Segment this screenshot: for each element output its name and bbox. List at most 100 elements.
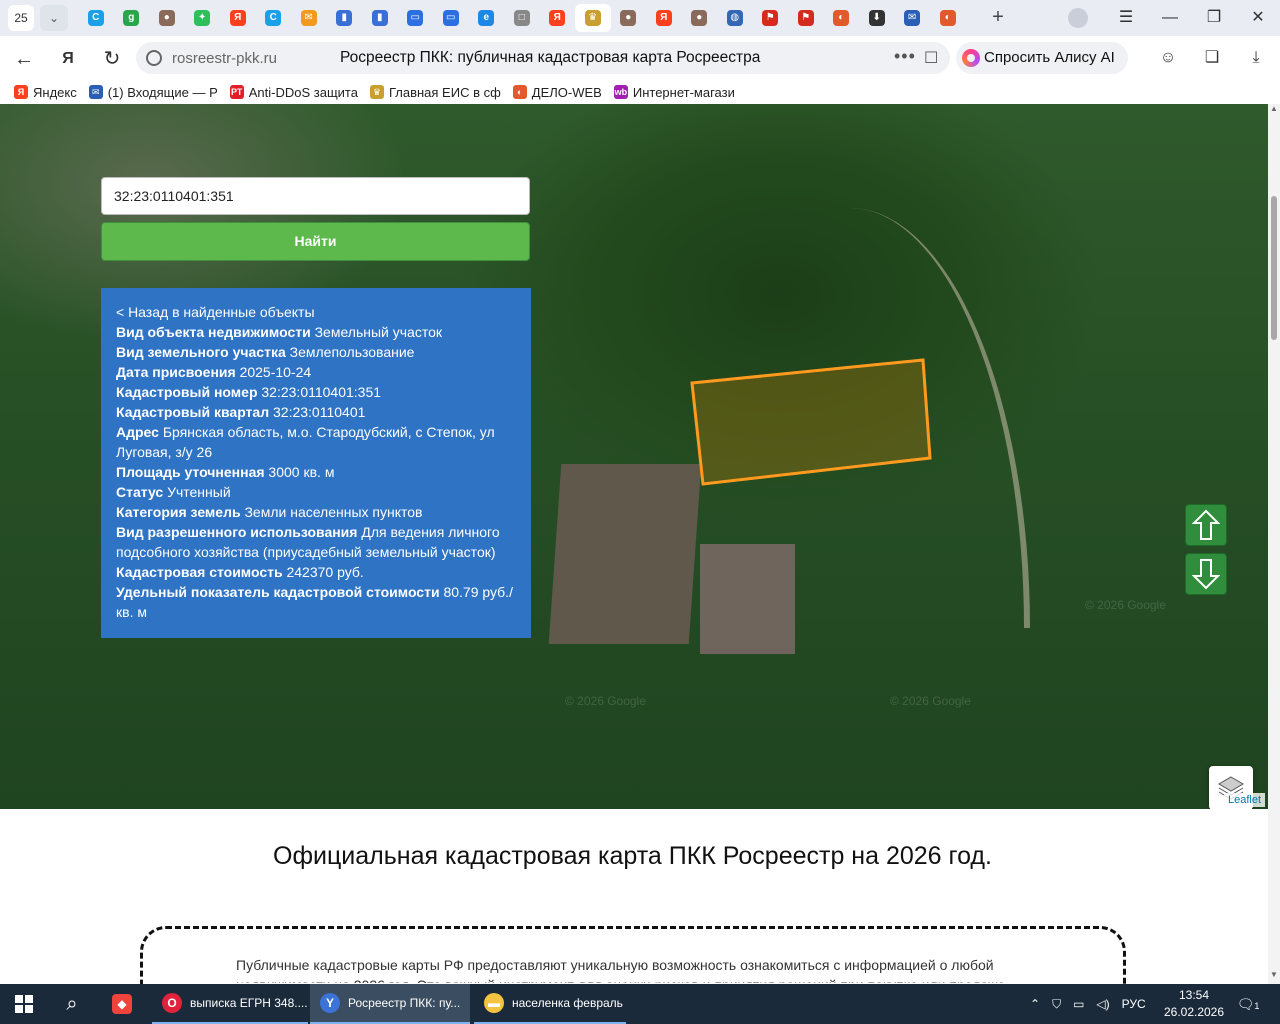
taskbar-app-button[interactable]: Oвыписка ЕГРН 348.... xyxy=(152,984,308,1024)
browser-tab[interactable]: ⚑ xyxy=(788,4,824,32)
downloads-icon[interactable]: ⤓ xyxy=(1244,46,1268,70)
taskbar-pinned-anydesk-icon[interactable]: ◆ xyxy=(108,984,138,1024)
defender-shield-icon[interactable]: ⛉ xyxy=(1052,997,1061,1012)
star-green-icon: ✦ xyxy=(194,10,211,26)
browser-tab[interactable]: ▭ xyxy=(398,4,434,32)
browser-tab[interactable]: C xyxy=(256,4,292,32)
mail-icon: ✉ xyxy=(88,85,103,99)
address-bar[interactable]: rosreestr-pkk.ru Росреестр ПКК: публична… xyxy=(136,42,950,74)
tab-list-chevron-icon[interactable]: ⌄ xyxy=(40,5,68,31)
browser-tab[interactable]: g xyxy=(114,4,150,32)
alice-logo-icon xyxy=(962,49,980,67)
taskbar-search-icon[interactable]: ⌕ xyxy=(50,984,94,1024)
browser-tab[interactable]: C xyxy=(78,4,114,32)
tab-counter-button[interactable]: 25 xyxy=(8,5,34,31)
notifications-icon[interactable]: 🗨1 xyxy=(1236,992,1260,1016)
bookmark-item[interactable]: Я Яндекс xyxy=(14,80,77,104)
mail-icon: ✉ xyxy=(300,10,317,26)
reload-icon[interactable]: ↻ xyxy=(98,45,126,73)
parcel-info-label: Кадастровая стоимость xyxy=(116,564,283,580)
browser-tab[interactable]: ✦ xyxy=(185,4,221,32)
browser-tab[interactable]: ✉ xyxy=(291,4,327,32)
parcel-info-value: Земельный участок xyxy=(310,324,442,340)
taskbar-app-button[interactable]: Y Росреестр ПКК: пу... xyxy=(310,984,470,1024)
parcel-info-row: Вид объекта недвижимости Земельный участ… xyxy=(116,322,516,342)
taskbar-app-button[interactable]: ▬ населенка февраль xyxy=(474,984,626,1024)
browser-tab[interactable]: ● xyxy=(149,4,185,32)
browser-menu-icon[interactable]: ☰ xyxy=(1104,0,1148,36)
extension-icon[interactable]: ☺ xyxy=(1156,46,1180,70)
parcel-info-label: Дата присвоения xyxy=(116,364,236,380)
restore-button[interactable]: ❐ xyxy=(1192,0,1236,36)
parcel-info-value: 32:23:0110401:351 xyxy=(257,384,382,400)
browser-tab[interactable]: ⬇ xyxy=(859,4,895,32)
close-window-button[interactable]: ✕ xyxy=(1236,0,1280,36)
g-green-icon: g xyxy=(123,10,140,26)
ask-alice-label: Спросить Алису AI xyxy=(984,49,1115,66)
more-actions-icon[interactable]: ••• xyxy=(894,46,916,67)
scroll-up-icon[interactable]: ▲ xyxy=(1270,104,1278,113)
browser-tab[interactable]: ♛ xyxy=(575,4,611,32)
browser-tab[interactable]: ● xyxy=(611,4,647,32)
browser-tab[interactable]: ⚑ xyxy=(753,4,789,32)
browser-tab[interactable]: e xyxy=(469,4,505,32)
minimize-button[interactable]: — xyxy=(1148,0,1192,36)
parcel-info-label: Статус xyxy=(116,484,164,500)
browser-tab[interactable]: ▮ xyxy=(327,4,363,32)
scroll-down-arrow-button[interactable] xyxy=(1185,553,1227,595)
back-to-results-link[interactable]: < Назад в найденные объекты xyxy=(116,302,516,322)
ask-alice-button[interactable]: Спросить Алису AI xyxy=(956,42,1128,74)
system-tray: ⌃ ⛉ ▭ ◁) РУС xyxy=(1030,984,1158,1024)
bookmark-item[interactable]: ✉ (1) Входящие — Р xyxy=(88,80,218,104)
browser-tab[interactable]: Я xyxy=(540,4,576,32)
page-scrollbar[interactable]: ▲ ▼ xyxy=(1268,104,1280,984)
cadastral-number-search-input[interactable] xyxy=(101,177,530,215)
yandex-icon: Я xyxy=(14,85,28,99)
leaflet-attribution-link[interactable]: Leaflet xyxy=(1224,793,1266,807)
parcel-info-label: Адрес xyxy=(116,424,159,440)
yandex-home-icon[interactable]: Я xyxy=(54,45,82,73)
parcel-info-value: 3000 кв. м xyxy=(264,464,335,480)
browser-tab[interactable]: □ xyxy=(504,4,540,32)
emblem-icon: ♛ xyxy=(584,10,601,26)
intro-paragraph: Публичные кадастровые карты РФ предостав… xyxy=(236,957,1005,983)
rtc-icon: РТ xyxy=(229,85,244,99)
bookmark-item[interactable]: ◐ ДЕЛО-WEB xyxy=(512,80,602,104)
browser-tab[interactable]: ▭ xyxy=(433,4,469,32)
browser-tab[interactable]: Я xyxy=(220,4,256,32)
scroll-up-arrow-button[interactable] xyxy=(1185,504,1227,546)
bookmark-icon[interactable]: ☐ xyxy=(924,48,938,68)
browser-tab[interactable]: ◍ xyxy=(717,4,753,32)
parcel-info-row: Кадастровая стоимость 242370 руб. xyxy=(116,562,516,582)
bookmark-item[interactable]: ♛ Главная ЕИС в сф xyxy=(369,80,501,104)
start-button[interactable] xyxy=(0,984,48,1024)
new-tab-button[interactable]: + xyxy=(986,6,1010,30)
browser-tab[interactable]: Я xyxy=(646,4,682,32)
browser-tab[interactable]: ◐ xyxy=(824,4,860,32)
taskbar-app-label: населенка февраль xyxy=(512,996,623,1010)
browser-tab[interactable]: ● xyxy=(682,4,718,32)
parcel-info-row: Удельный показатель кадастровой стоимост… xyxy=(116,582,516,622)
bookmark-item[interactable]: РТ Anti-DDoS защита xyxy=(229,80,358,104)
volume-icon[interactable]: ◁) xyxy=(1096,997,1109,1011)
parcel-info-label: Площадь уточненная xyxy=(116,464,265,480)
language-indicator[interactable]: РУС xyxy=(1122,997,1146,1011)
parcel-info-value: 2025-10-24 xyxy=(235,364,312,380)
scroll-down-icon[interactable]: ▼ xyxy=(1270,970,1278,979)
site-info-icon[interactable] xyxy=(146,50,162,66)
yandex-icon: Я xyxy=(229,10,246,26)
taskbar-clock[interactable]: 13:54 26.02.2026 xyxy=(1160,987,1228,1021)
bookmark-item[interactable]: wb Интернет-магази xyxy=(613,80,735,104)
network-icon[interactable]: ▭ xyxy=(1073,997,1084,1011)
find-button[interactable]: Найти xyxy=(101,222,530,261)
browser-tab[interactable]: ▮ xyxy=(362,4,398,32)
scrollbar-thumb[interactable] xyxy=(1271,196,1277,340)
collections-icon[interactable]: ❏ xyxy=(1200,46,1224,70)
back-arrow-icon[interactable]: ← xyxy=(10,45,38,73)
profile-avatar-icon[interactable] xyxy=(1068,8,1088,28)
browser-tab[interactable]: ✉ xyxy=(895,4,931,32)
browser-tab[interactable]: ◐ xyxy=(930,4,966,32)
page-heading: Официальная кадастровая карта ПКК Росрее… xyxy=(273,842,992,870)
tray-overflow-icon[interactable]: ⌃ xyxy=(1030,997,1040,1011)
doc-blue-icon: ▭ xyxy=(442,10,459,26)
